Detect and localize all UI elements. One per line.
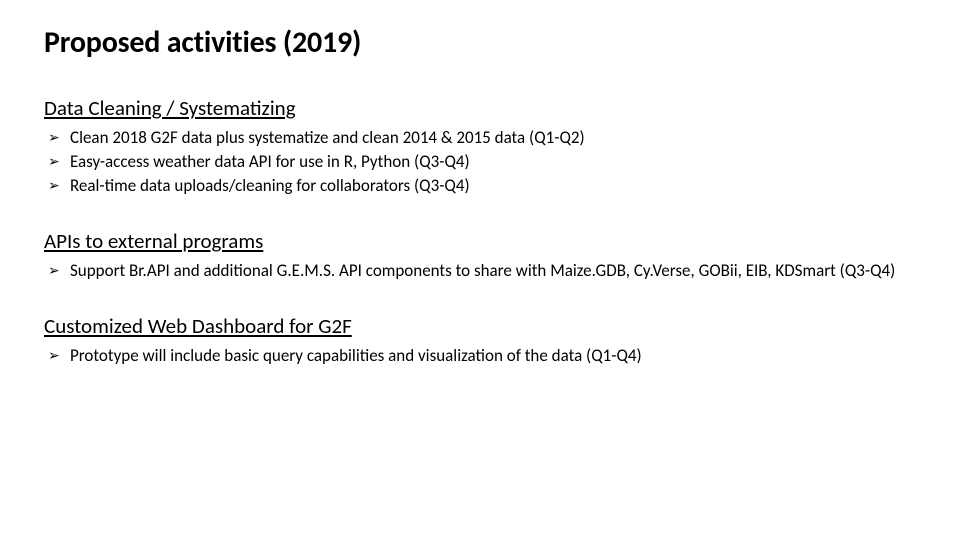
bullet-arrow-icon: ➢ xyxy=(48,175,60,197)
bullet-list: ➢ Clean 2018 G2F data plus systematize a… xyxy=(44,127,916,198)
list-item-text: Easy-access weather data API for use in … xyxy=(70,151,470,172)
bullet-arrow-icon: ➢ xyxy=(48,127,60,149)
section-heading-data-cleaning: Data Cleaning / Systematizing xyxy=(44,95,916,121)
bullet-list: ➢ Prototype will include basic query cap… xyxy=(44,345,916,368)
list-item-text: Support Br.API and additional G.E.M.S. A… xyxy=(70,260,895,281)
bullet-arrow-icon: ➢ xyxy=(48,345,60,367)
list-item: ➢ Prototype will include basic query cap… xyxy=(48,345,916,368)
list-item-text: Prototype will include basic query capab… xyxy=(70,345,642,366)
bullet-arrow-icon: ➢ xyxy=(48,260,60,282)
slide: Proposed activities (2019) Data Cleaning… xyxy=(0,0,960,393)
page-title: Proposed activities (2019) xyxy=(44,24,916,61)
bullet-list: ➢ Support Br.API and additional G.E.M.S.… xyxy=(44,260,916,283)
list-item-text: Real-time data uploads/cleaning for coll… xyxy=(70,175,470,196)
list-item: ➢ Support Br.API and additional G.E.M.S.… xyxy=(48,260,916,283)
list-item: ➢ Real-time data uploads/cleaning for co… xyxy=(48,175,916,198)
section-heading-dashboard: Customized Web Dashboard for G2F xyxy=(44,313,916,339)
list-item: ➢ Easy-access weather data API for use i… xyxy=(48,151,916,174)
list-item: ➢ Clean 2018 G2F data plus systematize a… xyxy=(48,127,916,150)
list-item-text: Clean 2018 G2F data plus systematize and… xyxy=(70,127,585,148)
section-heading-apis: APIs to external programs xyxy=(44,228,916,254)
bullet-arrow-icon: ➢ xyxy=(48,151,60,173)
